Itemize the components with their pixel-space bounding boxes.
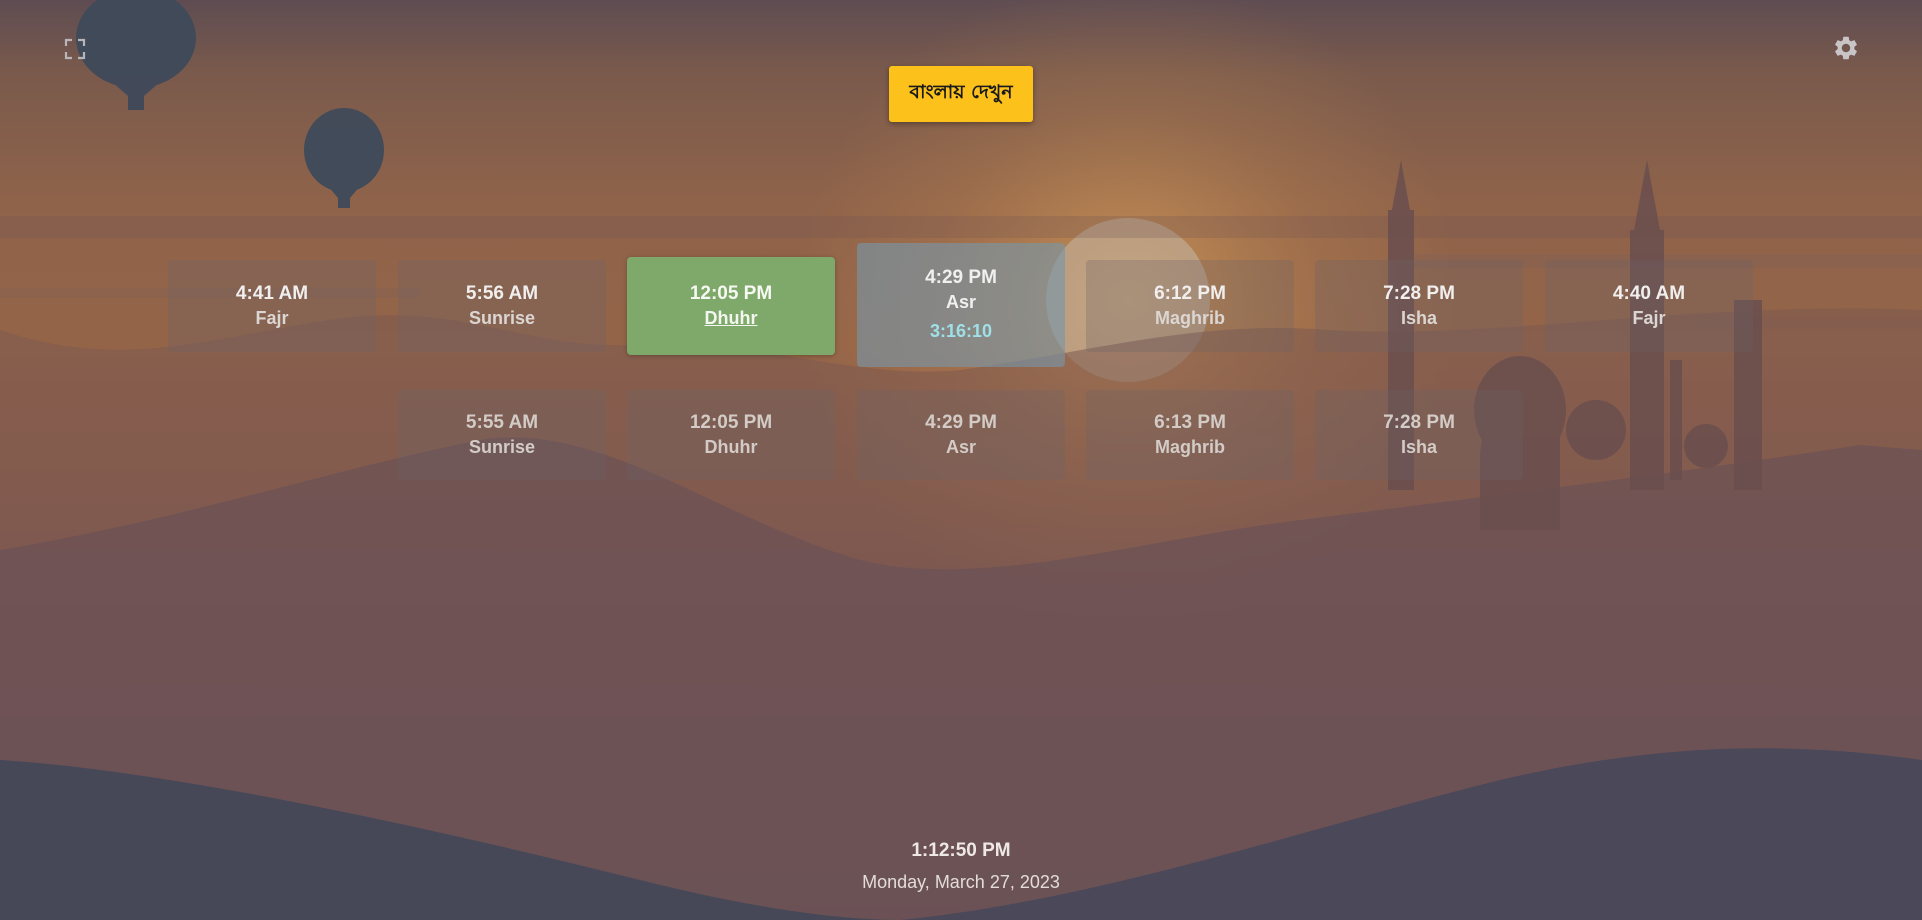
prayer-name: Fajr xyxy=(1632,308,1666,328)
current-time: 1:12:50 PM xyxy=(911,840,1011,861)
current-date: Monday, March 27, 2023 xyxy=(862,872,1060,892)
language-toggle-button[interactable]: বাংলায় দেখুন xyxy=(889,66,1033,122)
prayer-card-dhuhr-current: 12:05 PM Dhuhr xyxy=(627,257,835,355)
hot-air-balloon xyxy=(76,0,384,208)
prayer-time: 7:28 PM xyxy=(1383,283,1455,304)
prayer-name: Fajr xyxy=(255,308,289,328)
prayer-name: Sunrise xyxy=(468,437,536,457)
prayer-time: 4:29 PM xyxy=(925,412,997,433)
tomorrow-card-isha: 7:28 PM Isha xyxy=(1315,390,1523,480)
prayer-name: Dhuhr xyxy=(704,437,758,457)
prayer-time: 5:56 AM xyxy=(465,283,539,304)
gear-icon xyxy=(1835,36,1857,60)
prayer-time: 12:05 PM xyxy=(689,283,773,304)
app-background: বাংলায় দেখুন 4:41 AM Fajr 5:56 AM Sunri… xyxy=(0,0,1922,920)
prayer-time: 12:05 PM xyxy=(689,412,773,433)
prayer-card-sunrise: 5:56 AM Sunrise xyxy=(398,260,606,352)
prayer-name: Asr xyxy=(945,292,976,312)
prayer-card-isha: 7:28 PM Isha xyxy=(1315,260,1523,352)
prayer-time: 4:29 PM xyxy=(925,267,997,288)
prayer-card-maghrib: 6:12 PM Maghrib xyxy=(1086,260,1294,352)
tomorrow-card-asr: 4:29 PM Asr xyxy=(857,390,1065,480)
prayer-name: Maghrib xyxy=(1155,308,1225,328)
tomorrow-card-maghrib: 6:13 PM Maghrib xyxy=(1086,390,1294,480)
prayer-card-fajr: 4:41 AM Fajr xyxy=(168,260,376,352)
prayer-name: Maghrib xyxy=(1155,437,1225,457)
countdown-timer: 3:16:10 xyxy=(929,321,993,341)
prayer-name: Asr xyxy=(945,437,976,457)
fullscreen-button[interactable] xyxy=(58,32,92,66)
prayer-time: 4:40 AM xyxy=(1612,283,1686,304)
prayer-name: Dhuhr xyxy=(704,308,758,328)
tomorrow-card-sunrise: 5:55 AM Sunrise xyxy=(398,390,606,480)
prayer-time: 7:28 PM xyxy=(1383,412,1455,433)
prayer-card-fajr-next-day: 4:40 AM Fajr xyxy=(1545,260,1753,352)
prayer-name: Sunrise xyxy=(468,308,536,328)
settings-button[interactable] xyxy=(1828,30,1864,66)
tomorrow-card-dhuhr: 12:05 PM Dhuhr xyxy=(627,390,835,480)
prayer-name: Isha xyxy=(1400,437,1438,457)
prayer-name: Isha xyxy=(1400,308,1438,328)
prayer-card-asr-next: 4:29 PM Asr 3:16:10 xyxy=(857,243,1065,367)
prayer-time: 6:13 PM xyxy=(1154,412,1226,433)
prayer-time: 4:41 AM xyxy=(235,283,309,304)
prayer-time: 6:12 PM xyxy=(1154,283,1226,304)
prayer-time: 5:55 AM xyxy=(465,412,539,433)
fullscreen-icon xyxy=(64,38,86,60)
